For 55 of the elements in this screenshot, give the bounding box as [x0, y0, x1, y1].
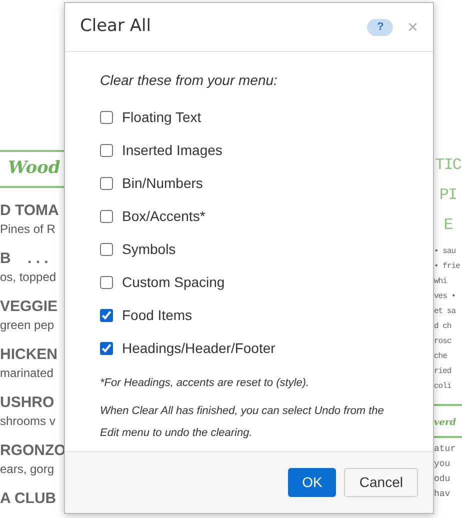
- menu-item-description: ears, gorg: [0, 460, 56, 478]
- note-text: When Clear All has finished, you can select Undo from the Edit menu to undo the clearing.: [100, 404, 385, 440]
- menu-text: you: [434, 458, 452, 471]
- menu-item-name: RGONZO: [0, 442, 64, 460]
- option-label: Floating Text: [122, 108, 202, 127]
- menu-text: rosc: [434, 336, 452, 348]
- section-title: E: [442, 215, 454, 236]
- option-label: Bin/Numbers: [122, 174, 203, 193]
- option-checkbox[interactable]: [100, 309, 113, 322]
- menu-item-description: shrooms v: [0, 412, 56, 430]
- menu-item-name: VEGGIE: [0, 298, 59, 316]
- section-title: TIC: [434, 155, 462, 176]
- menu-item-description: Pines of R: [0, 220, 56, 238]
- instruction-text: Clear these from your menu:: [100, 71, 278, 90]
- menu-text: • sau: [434, 246, 457, 258]
- option-label: Custom Spacing: [122, 273, 225, 292]
- option-checkbox[interactable]: [100, 276, 113, 289]
- option-label: Box/Accents*: [122, 207, 206, 226]
- menu-item-name: D TOMA: [0, 202, 60, 220]
- menu-item-name: B . . .: [0, 250, 50, 268]
- option-checkbox[interactable]: [100, 342, 113, 355]
- menu-item-name: HICKEN: [0, 346, 59, 364]
- option-checkbox[interactable]: [100, 243, 113, 256]
- menu-text: che: [434, 351, 448, 363]
- menu-text: whi: [434, 276, 448, 288]
- option-label: Headings/Header/Footer: [122, 339, 276, 358]
- menu-item-description: os, topped: [0, 268, 58, 286]
- menu-text: odu: [434, 473, 452, 486]
- option-checkbox[interactable]: [100, 144, 113, 157]
- menu-text: et sa: [434, 306, 457, 318]
- option-label: Food Items: [122, 306, 192, 325]
- menu-item-name: USHRO: [0, 394, 56, 412]
- menu-text: hav: [434, 488, 452, 501]
- option-checkbox[interactable]: [100, 177, 113, 190]
- menu-text: coli: [434, 381, 452, 393]
- help-button[interactable]: ?: [367, 18, 394, 36]
- menu-text: d ch: [434, 321, 452, 333]
- option-checkbox[interactable]: [100, 111, 113, 124]
- section-heading: verd: [434, 418, 456, 428]
- ok-button[interactable]: OK: [288, 468, 336, 497]
- cancel-button[interactable]: Cancel: [344, 468, 418, 497]
- menu-item-description: marinated: [0, 364, 54, 382]
- dialog-title: Clear All: [80, 15, 151, 38]
- menu-item-description: green pep: [0, 316, 56, 334]
- menu-text: • frie: [434, 261, 461, 273]
- menu-text: atur: [434, 443, 457, 456]
- menu-text: ried: [434, 366, 452, 378]
- option-label: Inserted Images: [122, 141, 222, 160]
- footnote-text: *For Headings, accents are reset to (style).: [100, 376, 310, 391]
- section-title: PI: [438, 185, 458, 206]
- option-checkbox[interactable]: [100, 210, 113, 223]
- option-label: Symbols: [122, 240, 176, 259]
- section-heading: Wood: [7, 158, 60, 178]
- menu-text: ves •: [434, 291, 457, 303]
- menu-item-name: A CLUB: [0, 490, 58, 508]
